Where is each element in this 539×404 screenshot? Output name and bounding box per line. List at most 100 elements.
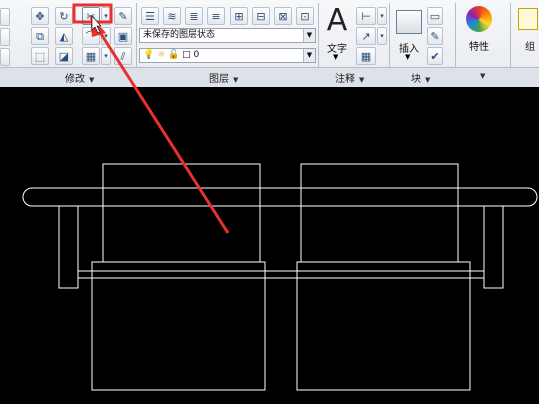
layer-tool-button-8[interactable]: ⊡ (296, 7, 314, 25)
sofa-backrest-left (102, 163, 261, 263)
color-swatch-icon: □ (182, 50, 191, 60)
attribute-button[interactable]: ✔ (427, 47, 443, 65)
insert-dropdown-icon[interactable]: ▼ (405, 53, 410, 61)
mirror-button[interactable]: ◭ (55, 27, 73, 45)
leader-icon: ↗ (361, 29, 371, 43)
rotate-button[interactable]: ↻ (55, 7, 73, 25)
scale-button[interactable]: ◪ (55, 47, 73, 65)
sofa-cushion-left (91, 261, 266, 391)
layer-state-text: 未保存的图层状态 (143, 30, 216, 40)
layer-combo[interactable]: 💡 ☼ 🔓 □ 0 ▼ (139, 48, 316, 63)
erase-button[interactable]: ✎ (114, 7, 132, 25)
explode-button[interactable]: ▣ (114, 27, 132, 45)
layer-properties-icon: ☰ (145, 9, 155, 23)
modify-title-text: 修改 (65, 74, 85, 85)
copy-button[interactable]: ⧉ (31, 27, 49, 45)
dimension-dropdown[interactable]: ▾ (377, 7, 387, 25)
edit-block-button[interactable]: ✎ (427, 27, 443, 45)
move-button[interactable]: ✥ (31, 7, 49, 25)
sofa-right-leg (483, 205, 504, 289)
properties-label[interactable]: 特性 (462, 38, 496, 53)
sofa-backrest-right (300, 163, 459, 263)
explode-icon: ▣ (117, 29, 129, 43)
layer-tool-button-6[interactable]: ⊟ (252, 7, 270, 25)
chevron-down-icon: ▼ (233, 76, 239, 84)
dimension-button[interactable]: ⊢ (356, 7, 376, 25)
table-icon: ▦ (360, 49, 372, 63)
layer-change-icon: ≡ (211, 9, 221, 23)
text-big-icon[interactable]: A (325, 4, 349, 38)
ribbon: ✥ ↻ ✂ ▾ ✎ ⧉ ◭ ⌒ ▾ ▣ ⬚ ◪ ▦ ▾ ⫽ ☰ ≋ ≣ ≡ ⊞ … (0, 0, 539, 87)
erase-icon: ✎ (118, 9, 128, 23)
layer-match-icon: ≣ (189, 9, 199, 23)
rotate-icon: ↻ (59, 9, 69, 23)
layer-isolate-icon: ⊞ (234, 9, 244, 23)
leader-button[interactable]: ↗ (356, 27, 376, 45)
edit-block-icon: ✎ (430, 29, 440, 43)
fillet-dropdown[interactable]: ▾ (101, 27, 111, 45)
layers-panel-title[interactable]: 图层 ▼ (209, 70, 238, 85)
modify-left-edge-button-2[interactable] (0, 28, 10, 46)
lightbulb-icon: 💡 (143, 50, 155, 60)
array-dropdown[interactable]: ▾ (101, 47, 111, 65)
annotation-panel-title[interactable]: 注释 ▼ (335, 70, 364, 85)
layer-tool-button-7[interactable]: ⊠ (274, 7, 292, 25)
trim-dropdown[interactable]: ▾ (101, 7, 111, 25)
drawing-canvas[interactable] (0, 86, 539, 404)
attribute-icon: ✔ (430, 49, 440, 63)
move-icon: ✥ (35, 9, 45, 23)
chevron-down-icon: ▼ (480, 72, 486, 80)
sofa-top-rail (22, 187, 538, 207)
layer-freeze-icon: ⊟ (256, 9, 266, 23)
unlock-icon: 🔓 (168, 50, 180, 60)
annotation-title-text: 注释 (335, 74, 355, 85)
chevron-down-icon: ▼ (425, 76, 431, 84)
create-block-button[interactable]: ▭ (427, 7, 443, 25)
properties-panel-title[interactable]: ▼ (476, 70, 485, 81)
leader-dropdown[interactable]: ▾ (377, 27, 387, 45)
table-button[interactable]: ▦ (356, 47, 376, 65)
mirror-icon: ◭ (59, 29, 69, 43)
trim-button[interactable]: ✂ (82, 7, 100, 25)
color-wheel-icon[interactable] (466, 6, 492, 32)
group-icon[interactable] (518, 8, 538, 30)
fillet-icon: ⌒ (85, 29, 97, 43)
block-title-text: 块 (411, 74, 421, 85)
dimension-icon: ⊢ (361, 9, 371, 23)
fillet-button[interactable]: ⌒ (82, 27, 100, 45)
layer-tool-button-2[interactable]: ≋ (163, 7, 181, 25)
modify-left-edge-button[interactable] (0, 8, 10, 26)
layer-stack-icon: ≋ (167, 9, 177, 23)
modify-left-edge-button-3[interactable] (0, 48, 10, 66)
copy-icon: ⧉ (36, 29, 44, 43)
chevron-down-icon: ▼ (303, 29, 315, 42)
sofa-cushion-right (296, 261, 471, 391)
array-button[interactable]: ▦ (82, 47, 100, 65)
offset-icon: ⫽ (120, 49, 126, 63)
text-dropdown-icon[interactable]: ▼ (333, 53, 338, 61)
stretch-icon: ⬚ (34, 49, 46, 63)
layer-tool-button-3[interactable]: ≣ (185, 7, 203, 25)
chevron-down-icon: ▼ (89, 76, 95, 84)
layer-off-icon: ⊠ (278, 9, 288, 23)
modify-panel-title[interactable]: 修改 ▼ (65, 70, 94, 85)
layer-tool-button-4[interactable]: ≡ (207, 7, 225, 25)
offset-button[interactable]: ⫽ (114, 47, 132, 65)
chevron-down-icon: ▼ (303, 49, 315, 62)
chevron-down-icon: ▼ (359, 76, 365, 84)
current-layer-name: 0 (193, 50, 200, 60)
layer-properties-button[interactable]: ☰ (141, 7, 159, 25)
layer-tool-button-5[interactable]: ⊞ (230, 7, 248, 25)
layer-state-combo[interactable]: 未保存的图层状态 ▼ (139, 28, 316, 43)
stretch-button[interactable]: ⬚ (31, 47, 49, 65)
sofa-left-leg (58, 205, 79, 289)
insert-block-icon[interactable] (396, 10, 422, 34)
layers-title-text: 图层 (209, 74, 229, 85)
scale-icon: ◪ (58, 49, 70, 63)
sun-icon: ☼ (157, 50, 166, 60)
group-label[interactable]: 组 (521, 38, 539, 53)
trim-icon: ✂ (86, 9, 96, 23)
create-block-icon: ▭ (429, 9, 441, 23)
array-icon: ▦ (85, 49, 97, 63)
block-panel-title[interactable]: 块 ▼ (411, 70, 430, 85)
